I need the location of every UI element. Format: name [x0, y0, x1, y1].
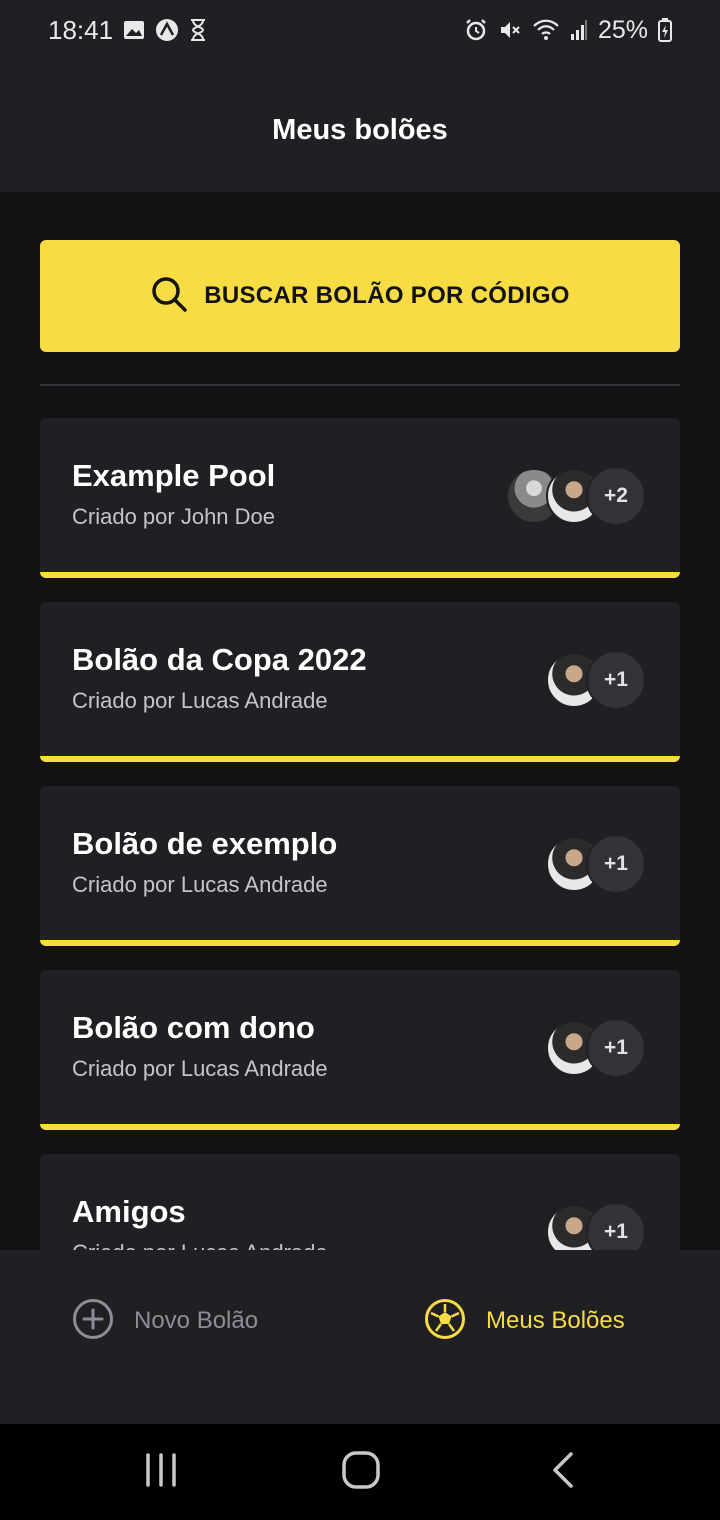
signal-icon	[570, 20, 588, 40]
pool-title: Example Pool	[72, 458, 276, 493]
bottom-tab-bar: Novo Bolão Meus Bolões	[0, 1250, 720, 1424]
participants-count-badge: +1	[586, 1018, 646, 1078]
tab-new-pool-label: Novo Bolão	[134, 1307, 259, 1334]
back-button[interactable]	[533, 1448, 593, 1496]
pool-title: Bolão com dono	[72, 1010, 315, 1045]
participants-count-badge: +1	[586, 650, 646, 710]
pool-card[interactable]: Amigos Criado por Lucas Andrade +1	[40, 1154, 680, 1250]
search-button-label: BUSCAR BOLÃO POR CÓDIGO	[204, 282, 570, 309]
tab-new-pool[interactable]: Novo Bolão	[72, 1298, 259, 1345]
pool-card[interactable]: Bolão com dono Criado por Lucas Andrade …	[40, 970, 680, 1130]
image-icon	[123, 20, 145, 40]
status-bar-left: 18:41	[48, 15, 207, 46]
pool-title: Bolão de exemplo	[72, 826, 338, 861]
battery-percent: 25%	[597, 15, 648, 44]
alarm-icon	[464, 18, 488, 42]
participants-count-badge: +2	[586, 466, 646, 526]
pool-title: Bolão da Copa 2022	[72, 642, 367, 677]
pool-owner: Criado por Lucas Andrade	[72, 1240, 328, 1250]
mute-icon	[498, 18, 522, 42]
pool-card[interactable]: Bolão da Copa 2022 Criado por Lucas Andr…	[40, 602, 680, 762]
pool-owner: Criado por Lucas Andrade	[72, 688, 328, 713]
participants-avatars: +1	[546, 834, 646, 894]
pool-owner: Criado por Lucas Andrade	[72, 872, 328, 897]
back-icon	[551, 1451, 575, 1494]
pool-list[interactable]: Example Pool Criado por John Doe +2 Bolã…	[40, 418, 680, 1250]
search-pool-by-code-button[interactable]: BUSCAR BOLÃO POR CÓDIGO	[40, 240, 680, 352]
participants-avatars: +2	[506, 466, 646, 526]
search-icon	[150, 275, 188, 318]
system-navigation-bar	[0, 1424, 720, 1520]
participants-avatars: +1	[546, 1018, 646, 1078]
plus-circle-icon	[72, 1298, 114, 1345]
page-title: Meus bolões	[272, 113, 448, 146]
pool-owner: Criado por Lucas Andrade	[72, 1056, 328, 1081]
app-screen: 18:41 25% Meus bolões BUSCAR BOLÃO POR C…	[0, 0, 720, 1520]
home-icon	[341, 1450, 381, 1495]
recent-apps-button[interactable]	[131, 1448, 191, 1496]
home-button[interactable]	[331, 1448, 391, 1496]
participants-avatars: +1	[546, 1202, 646, 1250]
tab-my-pools[interactable]: Meus Bolões	[424, 1298, 625, 1345]
participants-count-badge: +1	[586, 834, 646, 894]
soccer-ball-icon	[424, 1298, 466, 1345]
pool-owner: Criado por John Doe	[72, 504, 276, 529]
battery-charging-icon	[658, 18, 672, 42]
status-bar-right: 25%	[464, 16, 672, 45]
participants-avatars: +1	[546, 650, 646, 710]
wifi-icon	[532, 19, 560, 41]
status-time: 18:41	[48, 14, 114, 45]
app-header: Meus bolões	[0, 60, 720, 192]
participants-count-badge: +1	[586, 1202, 646, 1250]
expo-icon	[155, 18, 179, 42]
divider	[40, 384, 680, 386]
pool-title: Amigos	[72, 1194, 186, 1229]
pool-card[interactable]: Example Pool Criado por John Doe +2	[40, 418, 680, 578]
status-bar: 18:41 25%	[0, 0, 720, 60]
pool-card[interactable]: Bolão de exemplo Criado por Lucas Andrad…	[40, 786, 680, 946]
recent-apps-icon	[143, 1452, 179, 1492]
hourglass-icon	[189, 19, 207, 41]
tab-my-pools-label: Meus Bolões	[486, 1307, 625, 1334]
